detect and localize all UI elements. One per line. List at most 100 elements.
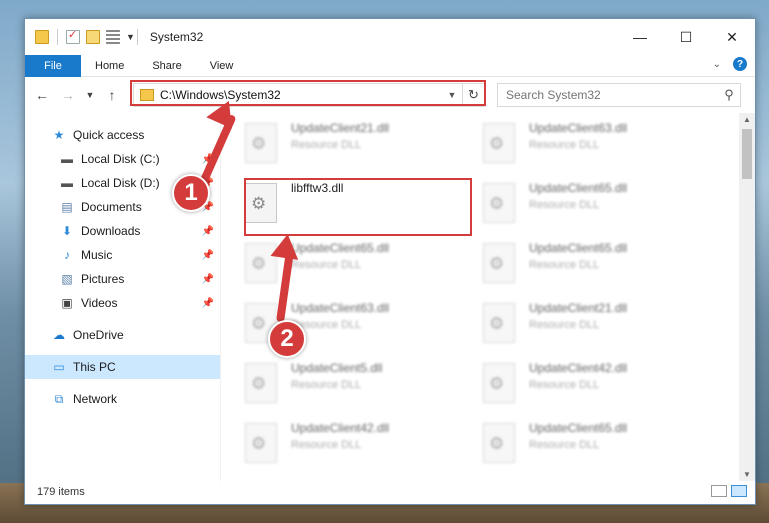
file-type: Resource DLL (529, 439, 600, 451)
videos-icon: ▣ (61, 296, 73, 310)
maximize-button[interactable]: ☐ (663, 19, 709, 55)
file-list: UpdateClient21.dll Resource DLL libfftw3… (221, 113, 739, 481)
details-view-icon[interactable] (711, 485, 727, 497)
separator (57, 29, 58, 45)
nav-item-music[interactable]: ♪ Music 📌 (25, 243, 220, 267)
folder-icon (35, 30, 49, 44)
file-item[interactable]: UpdateClient65.dll Resource DLL (483, 419, 703, 471)
step-1-badge: 1 (172, 174, 210, 212)
nav-label: Network (73, 392, 118, 406)
title-bar: ▼ System32 — ☐ ✕ (25, 19, 755, 55)
nav-item-onedrive[interactable]: ☁ OneDrive (25, 323, 220, 347)
tab-file[interactable]: File (25, 54, 81, 77)
file-item[interactable]: UpdateClient42.dll Resource DLL (483, 359, 703, 411)
tab-view[interactable]: View (196, 55, 248, 77)
pictures-icon: ▧ (61, 272, 73, 286)
ribbon-actions: ⌄ ? (713, 57, 747, 71)
dll-file-icon (245, 123, 277, 163)
file-type: Resource DLL (291, 139, 362, 151)
vertical-scrollbar[interactable]: ▲ ▼ (739, 113, 755, 481)
nav-label: OneDrive (73, 328, 124, 342)
star-icon: ★ (53, 128, 65, 142)
minimize-button[interactable]: — (617, 19, 663, 55)
nav-item-videos[interactable]: ▣ Videos 📌 (25, 291, 220, 315)
close-button[interactable]: ✕ (709, 19, 755, 55)
search-icon[interactable]: ⚲ (718, 87, 740, 103)
file-name: UpdateClient65.dll (529, 421, 628, 435)
quick-access-toolbar: ▼ (25, 28, 135, 45)
pin-icon: 📌 (201, 297, 214, 309)
scrollbar-thumb[interactable] (742, 129, 752, 179)
drive-icon: ▬ (61, 176, 73, 190)
nav-item-this-pc[interactable]: ▭ This PC (25, 355, 220, 379)
file-name: UpdateClient21.dll (291, 121, 390, 135)
file-item[interactable]: UpdateClient21.dll Resource DLL (245, 119, 465, 171)
file-item[interactable]: UpdateClient42.dll Resource DLL (245, 419, 465, 471)
main-area: ★ Quick access ▬ Local Disk (C:) 📌 ▬ Loc… (25, 113, 755, 481)
nav-label: Local Disk (C:) (81, 152, 160, 166)
downloads-icon: ⬇ (61, 224, 73, 238)
tiles-view-icon[interactable] (731, 485, 747, 497)
nav-item-pictures[interactable]: ▧ Pictures 📌 (25, 267, 220, 291)
navigation-pane: ★ Quick access ▬ Local Disk (C:) 📌 ▬ Loc… (25, 113, 221, 481)
window-controls: — ☐ ✕ (617, 19, 755, 55)
computer-icon: ▭ (53, 360, 65, 374)
help-icon[interactable]: ? (733, 57, 747, 71)
nav-label: Documents (81, 200, 142, 214)
ribbon-tabs: File Home Share View ⌄ ? (25, 54, 755, 77)
nav-item-downloads[interactable]: ⬇ Downloads 📌 (25, 219, 220, 243)
file-item[interactable]: UpdateClient5.dll Resource DLL (245, 359, 465, 411)
file-type: Resource DLL (291, 439, 362, 451)
up-button[interactable]: ↑ (103, 87, 121, 103)
scroll-down-icon[interactable]: ▼ (739, 470, 755, 479)
pin-icon: 📌 (201, 225, 214, 237)
network-icon: ⧉ (54, 391, 64, 406)
file-name: UpdateClient42.dll (529, 361, 628, 375)
window-title: System32 (149, 30, 204, 44)
tab-share[interactable]: Share (138, 55, 195, 77)
nav-item-network[interactable]: ⧉ Network (25, 387, 220, 411)
file-type: Resource DLL (529, 319, 600, 331)
dll-file-icon (483, 183, 515, 223)
dll-file-icon (483, 123, 515, 163)
properties-icon[interactable] (66, 28, 80, 44)
file-item[interactable]: UpdateClient65.dll Resource DLL (483, 179, 703, 231)
address-highlight-box (130, 80, 486, 106)
item-count: 179 items (37, 486, 85, 498)
expand-ribbon-icon[interactable]: ⌄ (713, 59, 721, 70)
dll-file-icon (483, 363, 515, 403)
status-bar: 179 items (25, 480, 755, 504)
nav-label: Videos (81, 296, 118, 310)
file-highlight-box (244, 178, 472, 236)
recent-locations-button[interactable]: ▼ (85, 90, 95, 100)
nav-label: Downloads (81, 224, 141, 238)
file-item[interactable]: UpdateClient21.dll Resource DLL (483, 299, 703, 351)
nav-item-local-disk-c[interactable]: ▬ Local Disk (C:) 📌 (25, 147, 220, 171)
arrow-2-head (270, 232, 302, 260)
search-input[interactable] (498, 88, 718, 102)
tab-home[interactable]: Home (81, 55, 138, 77)
file-type: Resource DLL (291, 259, 362, 271)
new-folder-icon[interactable] (86, 30, 100, 44)
dll-file-icon (245, 423, 277, 463)
forward-button[interactable]: → (59, 87, 77, 103)
search-box[interactable]: ⚲ (497, 83, 741, 107)
step-2-badge: 2 (268, 320, 306, 358)
back-button[interactable]: ← (33, 87, 51, 103)
customize-icon[interactable] (106, 30, 120, 44)
nav-quick-access[interactable]: ★ Quick access (25, 123, 220, 147)
cloud-icon: ☁ (53, 328, 65, 342)
dll-file-icon (245, 363, 277, 403)
file-item[interactable]: UpdateClient65.dll Resource DLL (483, 239, 703, 291)
file-name: UpdateClient65.dll (529, 181, 628, 195)
file-item[interactable]: UpdateClient63.dll Resource DLL (483, 119, 703, 171)
file-type: Resource DLL (529, 259, 600, 271)
nav-label: Music (81, 248, 113, 262)
file-name: UpdateClient42.dll (291, 421, 390, 435)
scroll-up-icon[interactable]: ▲ (739, 115, 755, 124)
chevron-down-icon[interactable]: ▼ (126, 32, 135, 42)
drive-icon: ▬ (61, 152, 73, 166)
file-type: Resource DLL (529, 139, 600, 151)
